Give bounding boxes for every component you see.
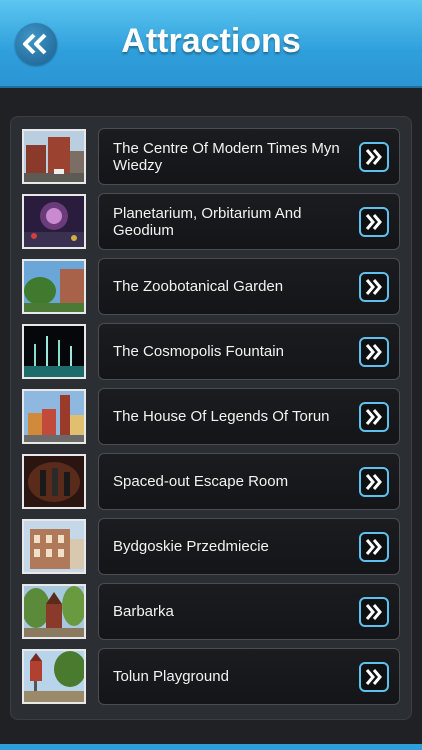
attraction-thumbnail [22,194,86,249]
double-chevron-right-icon [365,149,382,165]
open-attraction-button[interactable] [359,272,389,302]
attraction-card[interactable]: Spaced-out Escape Room [98,453,400,510]
open-attraction-button[interactable] [359,337,389,367]
open-attraction-button[interactable] [359,142,389,172]
attractions-list: The Centre Of Modern Times Myn Wiedzy Pl… [10,116,412,720]
attraction-thumbnail [22,649,86,704]
attraction-thumbnail [22,389,86,444]
double-chevron-right-icon [365,214,382,230]
double-chevron-right-icon [365,604,382,620]
bottom-accent-bar [0,744,422,750]
double-chevron-right-icon [365,669,382,685]
list-item[interactable]: The Cosmopolis Fountain [22,323,400,380]
list-item[interactable]: Planetarium, Orbitarium And Geodium [22,193,400,250]
app-header: Attractions [0,0,422,88]
attraction-card[interactable]: Tolun Playground [98,648,400,705]
double-chevron-right-icon [365,474,382,490]
attraction-card[interactable]: Planetarium, Orbitarium And Geodium [98,193,400,250]
open-attraction-button[interactable] [359,532,389,562]
list-item[interactable]: Spaced-out Escape Room [22,453,400,510]
attraction-name: The Centre Of Modern Times Myn Wiedzy [113,139,340,174]
attraction-name: Bydgoskie Przedmiecie [113,538,269,555]
list-item[interactable]: The House Of Legends Of Torun [22,388,400,445]
double-chevron-right-icon [365,344,382,360]
open-attraction-button[interactable] [359,467,389,497]
attraction-card[interactable]: The Zoobotanical Garden [98,258,400,315]
double-chevron-right-icon [365,539,382,555]
attraction-card[interactable]: Bydgoskie Przedmiecie [98,518,400,575]
attraction-name: Tolun Playground [113,668,229,685]
attraction-name: The Cosmopolis Fountain [113,343,284,360]
list-item[interactable]: The Zoobotanical Garden [22,258,400,315]
attraction-card[interactable]: The Centre Of Modern Times Myn Wiedzy [98,128,400,185]
open-attraction-button[interactable] [359,597,389,627]
attraction-name: Barbarka [113,603,174,620]
attraction-card[interactable]: Barbarka [98,583,400,640]
list-item[interactable]: The Centre Of Modern Times Myn Wiedzy [22,128,400,185]
attraction-name: The Zoobotanical Garden [113,278,284,295]
attraction-card[interactable]: The House Of Legends Of Torun [98,388,400,445]
open-attraction-button[interactable] [359,207,389,237]
attraction-thumbnail [22,324,86,379]
attraction-name: The House Of Legends Of Torun [113,408,330,425]
attraction-thumbnail [22,259,86,314]
double-chevron-right-icon [365,409,382,425]
double-chevron-right-icon [365,279,382,295]
attraction-name: Planetarium, Orbitarium And Geodium [113,204,302,239]
attraction-thumbnail [22,584,86,639]
list-item[interactable]: Tolun Playground [22,648,400,705]
open-attraction-button[interactable] [359,662,389,692]
page-title: Attractions [121,22,301,60]
attraction-name: Spaced-out Escape Room [113,473,289,490]
open-attraction-button[interactable] [359,402,389,432]
attraction-thumbnail [22,454,86,509]
attraction-card[interactable]: The Cosmopolis Fountain [98,323,400,380]
attraction-thumbnail [22,129,86,184]
list-item[interactable]: Bydgoskie Przedmiecie [22,518,400,575]
list-item[interactable]: Barbarka [22,583,400,640]
attraction-thumbnail [22,519,86,574]
